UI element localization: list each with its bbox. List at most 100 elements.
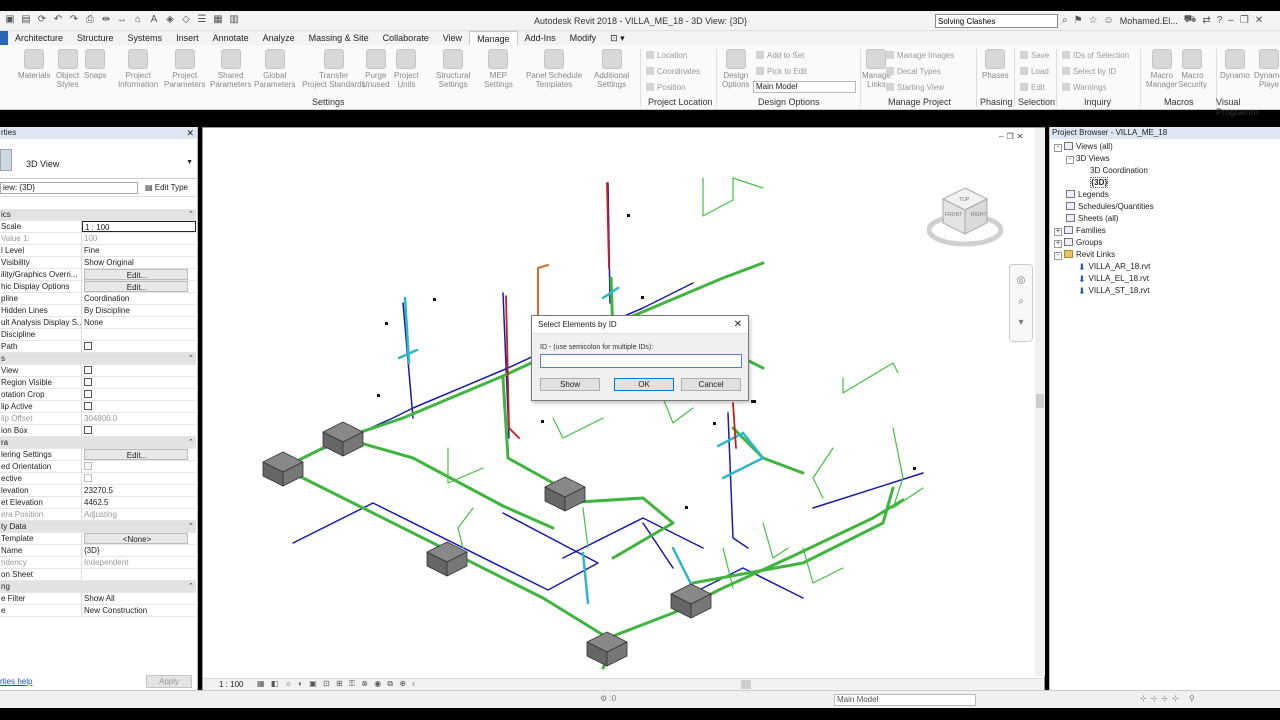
tree-item[interactable]: 3D Coordination bbox=[1078, 165, 1148, 177]
open-icon[interactable]: ▣ bbox=[4, 14, 16, 26]
undo-icon[interactable]: ↶ bbox=[52, 14, 64, 26]
collapse-icon[interactable]: ⌃ bbox=[186, 581, 196, 592]
property-value[interactable]: Fine bbox=[82, 245, 196, 256]
render-icon[interactable]: ▣ bbox=[309, 679, 319, 688]
steering-wheel-icon[interactable]: ◎ bbox=[1010, 275, 1032, 286]
macro-manager-button[interactable]: Macro Manager bbox=[1146, 49, 1178, 89]
help-icon[interactable]: ? bbox=[1217, 15, 1223, 26]
manage-images-button[interactable]: Manage Images bbox=[886, 51, 954, 61]
project-parameters-button[interactable]: Project Parameters bbox=[164, 49, 205, 89]
property-section-header[interactable]: s ⌃ bbox=[0, 353, 196, 365]
property-section-header[interactable]: ng ⌃ bbox=[0, 581, 196, 593]
chevron-down-icon[interactable]: ▾ bbox=[1010, 317, 1032, 328]
search-input[interactable] bbox=[935, 14, 1058, 28]
property-value[interactable]: Show All bbox=[82, 593, 196, 604]
property-edit-button[interactable]: Edit... bbox=[84, 281, 188, 292]
subscription-icon[interactable]: ⚑ bbox=[1074, 15, 1083, 26]
element-id-input[interactable] bbox=[540, 354, 742, 368]
inquiry-ids-of-selection-button[interactable]: IDs of Selection bbox=[1062, 51, 1129, 61]
property-value[interactable]: None bbox=[82, 317, 196, 328]
inquiry-select-by-id-button[interactable]: Select by ID bbox=[1062, 67, 1116, 77]
property-checkbox[interactable] bbox=[84, 426, 92, 434]
mep-model-drawing[interactable] bbox=[203, 128, 1033, 676]
instance-filter-select[interactable]: iew: {3D} bbox=[0, 182, 138, 194]
section-icon[interactable]: ◇ bbox=[180, 14, 192, 26]
cart-icon[interactable]: ⛟ bbox=[1184, 14, 1197, 27]
viewcube-top-label[interactable]: TOP bbox=[959, 197, 970, 203]
property-value[interactable]: Coordination bbox=[82, 293, 196, 304]
snaps-button[interactable]: Snaps bbox=[84, 49, 107, 80]
tab-structure[interactable]: Structure bbox=[70, 31, 121, 45]
view-3d-icon[interactable]: ◈ bbox=[164, 14, 176, 26]
project-information-button[interactable]: Project Information bbox=[118, 49, 158, 89]
panel-schedule-templates-button[interactable]: Panel Schedule Templates bbox=[526, 49, 582, 89]
user-icon[interactable]: ☺ bbox=[1104, 15, 1114, 26]
save-icon[interactable]: ▤ bbox=[20, 14, 32, 26]
dynamo-player-button[interactable]: DynamoPlaye bbox=[1254, 49, 1280, 89]
properties-help-link[interactable]: rties help bbox=[0, 677, 32, 686]
property-value[interactable]: Show Original bbox=[82, 257, 196, 268]
property-checkbox[interactable] bbox=[84, 390, 92, 398]
dynamo-button[interactable]: Dynamo bbox=[1220, 49, 1250, 80]
property-edit-button[interactable]: Edit... bbox=[84, 449, 188, 460]
add-to-set-button[interactable]: Add to Set bbox=[756, 51, 804, 61]
property-value[interactable]: 23270.5 bbox=[82, 485, 196, 496]
tree-item[interactable]: Sheets (all) bbox=[1054, 213, 1118, 225]
property-checkbox[interactable] bbox=[84, 342, 92, 350]
design-options-button[interactable]: Design Options bbox=[722, 49, 750, 89]
shared-parameters-button[interactable]: Shared Parameters bbox=[210, 49, 251, 89]
global-parameters-button[interactable]: Global Parameters bbox=[254, 49, 295, 89]
sync-icon[interactable]: ⟳ bbox=[36, 14, 48, 26]
type-selector[interactable]: 3D View ▼ bbox=[0, 139, 197, 179]
materials-button[interactable]: Materials bbox=[18, 49, 50, 80]
property-value[interactable]: New Construction bbox=[82, 605, 196, 616]
tab-analyze[interactable]: Analyze bbox=[256, 31, 302, 45]
property-section-header[interactable]: ty Data ⌃ bbox=[0, 521, 196, 533]
crop-icon[interactable]: ⊡ bbox=[323, 679, 332, 688]
purge-unused-button[interactable]: Purge Unused bbox=[362, 49, 390, 89]
selection-edit-button[interactable]: Edit bbox=[1020, 83, 1045, 93]
lock-icon[interactable]: ⚿ bbox=[349, 679, 357, 688]
restore-icon[interactable]: ❐ bbox=[1240, 15, 1249, 26]
transfer-project-standards-button[interactable]: Transfer Project Standards bbox=[302, 49, 366, 89]
cancel-button[interactable]: Cancel bbox=[681, 378, 741, 391]
star-icon[interactable]: ☆ bbox=[1089, 15, 1098, 26]
property-checkbox[interactable] bbox=[84, 378, 92, 386]
collapse-icon[interactable]: - bbox=[1054, 252, 1062, 260]
restore-icon[interactable]: ❐ bbox=[1006, 132, 1016, 141]
tag-icon[interactable]: ⌂ bbox=[132, 14, 144, 26]
collapse-icon[interactable]: ⌃ bbox=[186, 209, 196, 220]
edit-type-button[interactable]: ▤ Edit Type bbox=[145, 183, 188, 192]
tab-annotate[interactable]: Annotate bbox=[206, 31, 256, 45]
3d-view-window[interactable]: –❐✕ TOP FRONT RIGHT ◎ ⌕ ▾ 1 : 100 ▦ ◧ ☼ … bbox=[202, 127, 1045, 690]
chevron-down-icon[interactable]: ▼ bbox=[186, 159, 193, 166]
show-button[interactable]: Show bbox=[540, 378, 600, 391]
user-name[interactable]: Mohamed.El... bbox=[1120, 16, 1178, 26]
viewcube-right-label[interactable]: RIGHT bbox=[971, 212, 987, 218]
property-value[interactable]: {3D} bbox=[82, 545, 196, 556]
property-value[interactable]: 1 : 100 bbox=[82, 221, 196, 232]
view-scale[interactable]: 1 : 100 bbox=[219, 680, 243, 689]
tree-item[interactable]: + Groups bbox=[1054, 237, 1102, 249]
tab-massing-site[interactable]: Massing & Site bbox=[302, 31, 376, 45]
design-option-select[interactable]: Main Model bbox=[753, 81, 856, 93]
vertical-scrollbar[interactable] bbox=[1035, 128, 1045, 676]
tab-insert[interactable]: Insert bbox=[169, 31, 206, 45]
reveal-icon[interactable]: ◉ bbox=[374, 679, 383, 688]
tree-item[interactable]: ⬇ VILLA_AR_18.rvt bbox=[1066, 261, 1150, 273]
tab-systems[interactable]: Systems bbox=[121, 31, 170, 45]
tab-collaborate[interactable]: Collaborate bbox=[376, 31, 436, 45]
visual-style-icon[interactable]: ◧ bbox=[271, 679, 281, 688]
collapse-icon[interactable]: - bbox=[1054, 144, 1062, 152]
inquiry-warnings-button[interactable]: Warnings bbox=[1062, 83, 1107, 93]
selection-load-button[interactable]: Load bbox=[1020, 67, 1049, 77]
analysis-icon[interactable]: ⊕ bbox=[399, 679, 408, 688]
selection-filter-icons[interactable]: ⊹⊹⊹⊹ ⚲ bbox=[1140, 694, 1199, 703]
project-units-button[interactable]: Project Units bbox=[394, 49, 419, 89]
tab-file[interactable] bbox=[0, 31, 8, 45]
property-value[interactable] bbox=[82, 329, 196, 340]
temp-hide-icon[interactable]: ⊗ bbox=[361, 679, 370, 688]
location-item-location[interactable]: Location bbox=[646, 51, 687, 61]
property-section-header[interactable]: ra ⌃ bbox=[0, 437, 196, 449]
tree-item[interactable]: - Revit Links bbox=[1054, 249, 1115, 261]
